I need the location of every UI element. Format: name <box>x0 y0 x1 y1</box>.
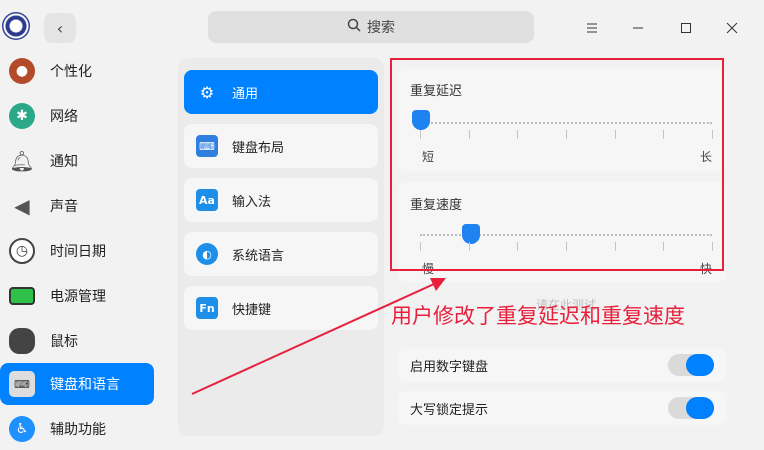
annotation-text: 用户修改了重复延迟和重复速度 <box>391 304 685 328</box>
annotation-arrow <box>191 278 446 395</box>
